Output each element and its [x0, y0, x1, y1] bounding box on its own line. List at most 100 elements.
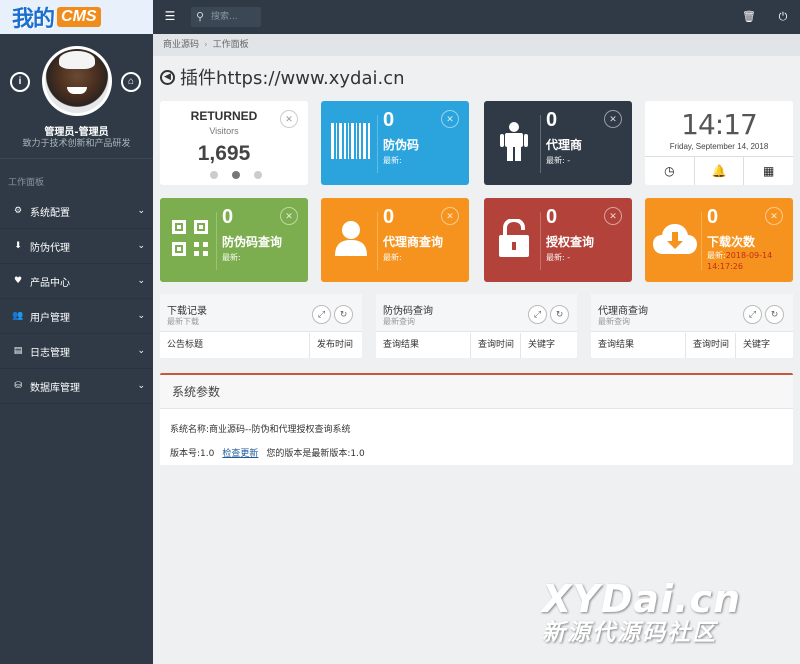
clock-icon[interactable]: ◷: [645, 157, 695, 185]
tile-latest-label: 最新:: [707, 251, 726, 260]
tile-value: 0: [383, 109, 395, 131]
home-icon[interactable]: ⌂: [121, 72, 141, 92]
tile-label: 代理商: [546, 138, 583, 152]
clock-date: Friday, September 14, 2018: [669, 142, 769, 151]
logo-text: 我的: [12, 7, 55, 32]
tile-latest: 最新:2018-09-14 14:17:26: [707, 250, 789, 272]
expand-icon[interactable]: ⤢: [528, 305, 547, 324]
panel-title: 防伪码查询: [383, 306, 433, 317]
carousel-dot[interactable]: [232, 171, 240, 179]
sidebar-item-logs[interactable]: ▤ 日志管理 ⌄: [0, 334, 153, 369]
column-header: 关键字: [743, 340, 771, 350]
breadcrumb: 商业源码 › 工作面板: [153, 34, 800, 56]
menu-toggle-icon[interactable]: ☰: [163, 9, 177, 23]
sidebar-section-label: 工作面板: [8, 178, 45, 188]
expand-icon[interactable]: ⤢: [743, 305, 762, 324]
version-label: 版本号:1.0: [170, 449, 215, 459]
sidebar-item-label: 数据库管理: [30, 382, 80, 394]
check-update-link[interactable]: 检查更新: [222, 449, 258, 459]
refresh-icon[interactable]: ↻: [550, 305, 569, 324]
download-log-panel: 下载记录 最新下载 ⤢ ↻ 公告标题 发布时间: [160, 294, 362, 358]
system-params-heading: 系统参数: [160, 375, 793, 409]
trash-icon[interactable]: 🗑: [742, 10, 756, 24]
tile-value: 0: [383, 206, 395, 228]
table-header: 公告标题 发布时间: [160, 333, 362, 358]
refresh-icon[interactable]: ↻: [765, 305, 784, 324]
tile-latest: 最新: -: [546, 156, 571, 165]
cloud-download-icon: [653, 216, 697, 260]
search-box[interactable]: ⚲: [191, 7, 261, 27]
users-icon: 👥: [12, 311, 24, 321]
database-icon: ⛁: [14, 381, 22, 391]
close-icon[interactable]: ✕: [604, 207, 622, 225]
sidebar-item-label: 产品中心: [30, 277, 70, 289]
tile-latest: 最新:: [383, 156, 402, 165]
refresh-icon[interactable]: ↻: [334, 305, 353, 324]
bell-icon[interactable]: 🔔: [695, 157, 745, 185]
sidebar-item-label: 用户管理: [30, 312, 70, 324]
column-header: 查询时间: [686, 333, 736, 358]
carousel-dot[interactable]: [210, 171, 218, 179]
tile-value: 0: [546, 109, 558, 131]
clock-actions: ◷ 🔔 ▦: [645, 156, 793, 185]
close-icon[interactable]: ✕: [765, 207, 783, 225]
tile-value: 0: [707, 206, 719, 228]
info-icon[interactable]: i: [10, 72, 30, 92]
clock-time: 14:17: [681, 108, 758, 141]
sidebar-item-anti-fake-agent[interactable]: ⬇ 防伪代理 ⌄: [0, 229, 153, 264]
calendar-icon[interactable]: ▦: [744, 157, 793, 185]
top-bar: 我的 CMS ☰ ⚲ 🗑 ⏻: [0, 0, 800, 34]
person-icon: [492, 119, 536, 163]
tile-latest: 最新:: [383, 253, 402, 262]
sidebar: i ⌂ 管理员-管理员 致力于技术创新和产品研发 工作面板 ⚙ 系统配置 ⌄ ⬇…: [0, 34, 153, 664]
logo[interactable]: 我的 CMS: [0, 0, 153, 34]
watermark: XYDai.cn 新源代源码社区: [542, 580, 741, 648]
back-arrow-icon[interactable]: ◀: [160, 69, 175, 85]
close-icon[interactable]: ✕: [441, 207, 459, 225]
column-header: 发布时间: [317, 340, 354, 350]
sidebar-item-system-config[interactable]: ⚙ 系统配置 ⌄: [0, 194, 153, 229]
panel-subtitle: 最新查询: [383, 317, 415, 326]
expand-icon[interactable]: ⤢: [312, 305, 331, 324]
chevron-down-icon: ⌄: [137, 346, 145, 356]
sidebar-item-users[interactable]: 👥 用户管理 ⌄: [0, 299, 153, 334]
tile-value: 1,695: [197, 142, 251, 165]
carousel-dot[interactable]: [254, 171, 262, 179]
chevron-down-icon: ⌄: [137, 276, 145, 286]
clock-tile: 14:17 Friday, September 14, 2018 ◷ 🔔 ▦: [645, 101, 793, 185]
heart-icon: ♥: [13, 276, 23, 286]
chevron-down-icon: ⌄: [137, 311, 145, 321]
sidebar-nav: ⚙ 系统配置 ⌄ ⬇ 防伪代理 ⌄ ♥ 产品中心 ⌄ 👥 用户管理 ⌄ ▤ 日志…: [0, 194, 153, 404]
close-icon[interactable]: ✕: [280, 110, 298, 128]
agent-tile: 0 代理商 最新: - ✕: [484, 101, 632, 185]
sidebar-item-database[interactable]: ⛁ 数据库管理 ⌄: [0, 369, 153, 404]
tile-value: 0: [222, 206, 234, 228]
power-icon[interactable]: ⏻: [776, 10, 790, 24]
close-icon[interactable]: ✕: [604, 110, 622, 128]
sidebar-item-label: 防伪代理: [30, 242, 70, 254]
search-input[interactable]: [211, 10, 257, 24]
breadcrumb-root[interactable]: 商业源码: [163, 40, 199, 50]
sidebar-item-label: 系统配置: [30, 207, 70, 219]
download-count-tile: 0 下载次数 最新:2018-09-14 14:17:26 ✕: [645, 198, 793, 282]
panel-title: 下载记录: [167, 306, 207, 317]
tile-label: 防伪码: [383, 138, 420, 152]
page-title-text: 插件https://www.xydai.cn: [180, 68, 405, 89]
avatar[interactable]: [42, 46, 112, 116]
agent-query-panel: 代理商查询 最新查询 ⤢ ↻ 查询结果 查询时间 关键字: [591, 294, 793, 358]
anti-fake-code-tile: 0 防伪码 最新: ✕: [321, 101, 469, 185]
watermark-line1: XYDai.cn: [542, 577, 742, 621]
agent-query-tile: 0 代理商查询 最新: ✕: [321, 198, 469, 282]
column-header: 公告标题: [160, 333, 310, 358]
auth-query-tile: 0 授权查询 最新: - ✕: [484, 198, 632, 282]
sidebar-item-products[interactable]: ♥ 产品中心 ⌄: [0, 264, 153, 299]
gears-icon: ⚙: [13, 206, 23, 216]
download-icon: ⬇: [14, 241, 22, 251]
close-icon[interactable]: ✕: [280, 207, 298, 225]
table-header: 查询结果 查询时间 关键字: [376, 333, 577, 358]
chevron-down-icon: ⌄: [137, 206, 145, 216]
page-title: ◀ 插件https://www.xydai.cn: [160, 64, 405, 90]
column-header: 查询时间: [471, 333, 521, 358]
close-icon[interactable]: ✕: [441, 110, 459, 128]
search-icon: ⚲: [196, 11, 205, 23]
